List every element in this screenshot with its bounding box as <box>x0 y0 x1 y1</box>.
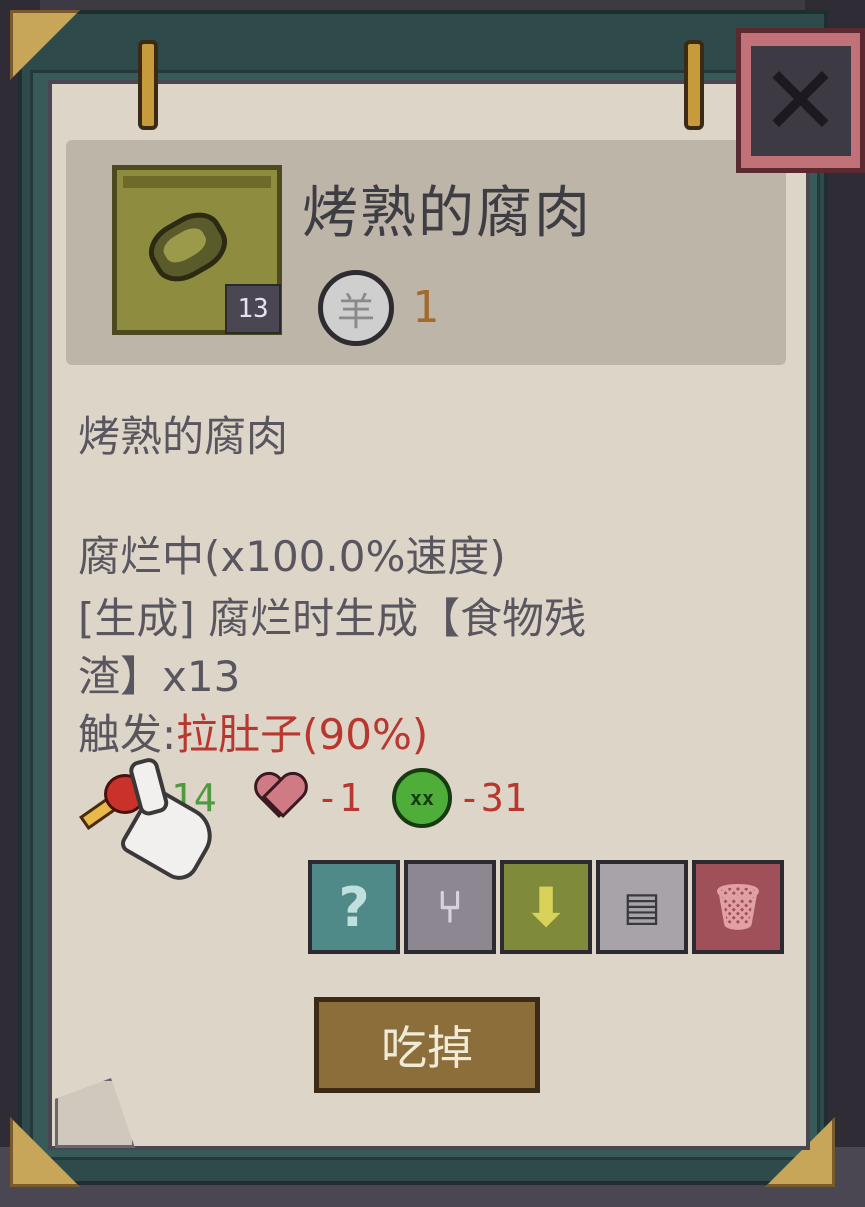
coin-icon: 羊 <box>318 270 394 346</box>
binder-ring <box>684 40 704 130</box>
binder-ring <box>138 40 158 130</box>
item-slot: 13 <box>112 165 282 335</box>
generate-info-line1: [生成] 腐烂时生成【食物残 <box>78 594 587 643</box>
generate-info-line2: 渣】x13 <box>78 652 241 701</box>
item-title: 烤熟的腐肉 <box>302 181 592 246</box>
note-icon: ▤ <box>623 884 661 930</box>
trash-button[interactable]: 🗑 <box>692 860 784 954</box>
stat-sickness-value: -31 <box>458 776 527 820</box>
note-button[interactable]: ▤ <box>596 860 688 954</box>
item-description-name: 烤熟的腐肉 <box>78 412 289 461</box>
split-button[interactable]: ⑂ <box>404 860 496 954</box>
trigger-info: 触发:拉肚子(90%) <box>78 706 428 764</box>
close-icon: ✕ <box>760 44 841 157</box>
drop-button[interactable]: ⬇ <box>500 860 592 954</box>
sick-face-icon: xx <box>392 768 452 828</box>
stat-sickness: xx -31 <box>392 768 527 828</box>
close-button[interactable]: ✕ <box>736 28 865 173</box>
action-bar: ? ⑂ ⬇ ▤ 🗑 <box>308 860 784 954</box>
down-arrow-icon: ⬇ <box>523 875 569 939</box>
heart-icon <box>252 772 310 824</box>
stat-health-value: -1 <box>316 776 362 820</box>
eat-button[interactable]: 吃掉 <box>314 997 540 1093</box>
item-price: 1 <box>412 282 439 333</box>
trigger-effect: 拉肚子(90%) <box>176 710 429 759</box>
item-count-badge: 13 <box>225 284 281 334</box>
rotten-meat-icon <box>139 202 237 292</box>
help-button[interactable]: ? <box>308 860 400 954</box>
question-icon: ? <box>338 875 370 939</box>
trigger-label: 触发: <box>78 710 177 759</box>
split-icon: ⑂ <box>436 881 464 933</box>
stat-health: -1 <box>252 768 362 828</box>
trash-icon: 🗑 <box>710 882 766 933</box>
rotting-status: 腐烂中(x100.0%速度) <box>78 532 506 581</box>
